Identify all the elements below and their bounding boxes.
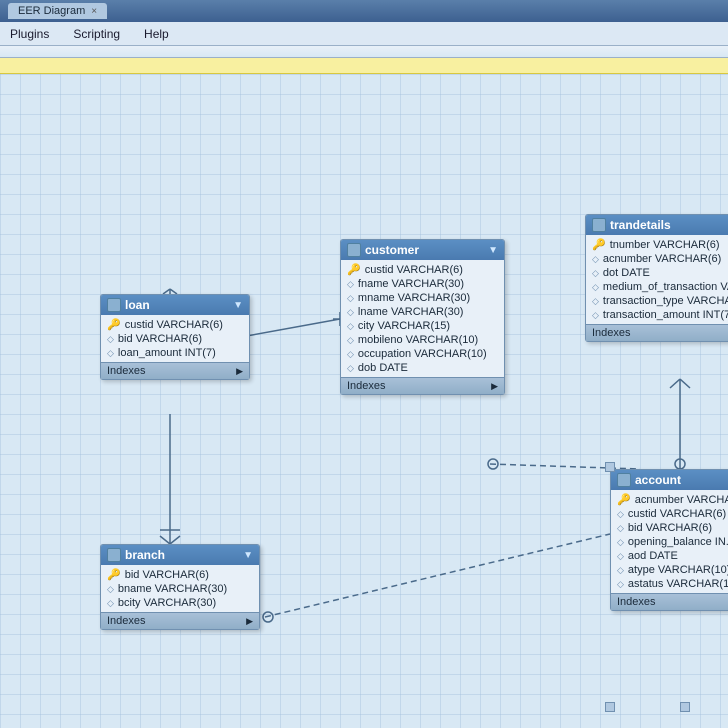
- indexes-trandetails[interactable]: Indexes ▶: [586, 324, 728, 341]
- field-row: ◇transaction_type VARCHA...: [586, 294, 728, 308]
- field-row: ◇dot DATE: [586, 266, 728, 280]
- field-row: ◇mname VARCHAR(30): [341, 291, 504, 305]
- field-row: 🔑tnumber VARCHAR(6): [586, 237, 728, 252]
- field-row: ◇fname VARCHAR(30): [341, 277, 504, 291]
- entity-name-customer: customer: [365, 243, 419, 257]
- indexes-account[interactable]: Indexes ▶: [611, 593, 728, 610]
- field-row: ◇bid VARCHAR(6): [611, 521, 728, 535]
- field-row: ◇bcity VARCHAR(30): [101, 596, 259, 610]
- entity-name-branch: branch: [125, 548, 165, 562]
- entity-branch[interactable]: branch ▼ 🔑bid VARCHAR(6) ◇bname VARCHAR(…: [100, 544, 260, 630]
- field-row: ◇mobileno VARCHAR(10): [341, 333, 504, 347]
- entity-icon-account: [617, 473, 631, 487]
- field-row: ◇occupation VARCHAR(10): [341, 347, 504, 361]
- entity-account[interactable]: account ▼ 🔑acnumber VARCHA... ◇custid VA…: [610, 469, 728, 611]
- menu-bar: Plugins Scripting Help: [0, 22, 728, 46]
- field-row: ◇bid VARCHAR(6): [101, 332, 249, 346]
- field-row: ◇medium_of_transaction VA...: [586, 280, 728, 294]
- entity-icon-branch: [107, 548, 121, 562]
- menu-scripting[interactable]: Scripting: [69, 25, 124, 43]
- entity-arrow-branch[interactable]: ▼: [243, 550, 253, 561]
- toolbar: [0, 46, 728, 58]
- field-row: 🔑custid VARCHAR(6): [341, 262, 504, 277]
- field-row: 🔑bid VARCHAR(6): [101, 567, 259, 582]
- tab-label: EER Diagram: [18, 5, 85, 17]
- field-row: ◇city VARCHAR(15): [341, 319, 504, 333]
- entity-name-trandetails: trandetails: [610, 218, 671, 232]
- close-icon[interactable]: ×: [91, 6, 97, 17]
- field-row: ◇transaction_amount INT(7...: [586, 308, 728, 322]
- entity-trandetails[interactable]: trandetails ▼ 🔑tnumber VARCHAR(6) ◇acnum…: [585, 214, 728, 342]
- field-row: ◇atype VARCHAR(10): [611, 563, 728, 577]
- entity-icon-trandetails: [592, 218, 606, 232]
- field-row: ◇custid VARCHAR(6): [611, 507, 728, 521]
- field-row: ◇aod DATE: [611, 549, 728, 563]
- diagram-canvas: customer ▼ 🔑custid VARCHAR(6) ◇fname VAR…: [0, 74, 728, 728]
- entity-arrow-loan[interactable]: ▼: [233, 300, 243, 311]
- field-row: ◇bname VARCHAR(30): [101, 582, 259, 596]
- field-row: ◇lname VARCHAR(30): [341, 305, 504, 319]
- menu-plugins[interactable]: Plugins: [6, 25, 53, 43]
- resize-handle[interactable]: [605, 462, 615, 472]
- resize-handle[interactable]: [605, 702, 615, 712]
- entity-customer[interactable]: customer ▼ 🔑custid VARCHAR(6) ◇fname VAR…: [340, 239, 505, 395]
- entity-arrow-customer[interactable]: ▼: [488, 245, 498, 256]
- entity-icon-loan: [107, 298, 121, 312]
- entity-icon-customer: [347, 243, 361, 257]
- field-row: ◇dob DATE: [341, 361, 504, 375]
- field-row: ◇astatus VARCHAR(10...: [611, 577, 728, 591]
- field-row: ◇loan_amount INT(7): [101, 346, 249, 360]
- resize-handle[interactable]: [680, 702, 690, 712]
- menu-help[interactable]: Help: [140, 25, 173, 43]
- indexes-customer[interactable]: Indexes ▶: [341, 377, 504, 394]
- entity-loan[interactable]: loan ▼ 🔑custid VARCHAR(6) ◇bid VARCHAR(6…: [100, 294, 250, 380]
- title-tab[interactable]: EER Diagram ×: [8, 3, 107, 19]
- field-row: 🔑custid VARCHAR(6): [101, 317, 249, 332]
- title-bar: EER Diagram ×: [0, 0, 728, 22]
- field-row: ◇opening_balance IN...: [611, 535, 728, 549]
- entity-name-loan: loan: [125, 298, 150, 312]
- entity-name-account: account: [635, 473, 681, 487]
- field-row: ◇acnumber VARCHAR(6): [586, 252, 728, 266]
- indexes-branch[interactable]: Indexes ▶: [101, 612, 259, 629]
- field-row: 🔑acnumber VARCHA...: [611, 492, 728, 507]
- info-bar: [0, 58, 728, 74]
- indexes-loan[interactable]: Indexes ▶: [101, 362, 249, 379]
